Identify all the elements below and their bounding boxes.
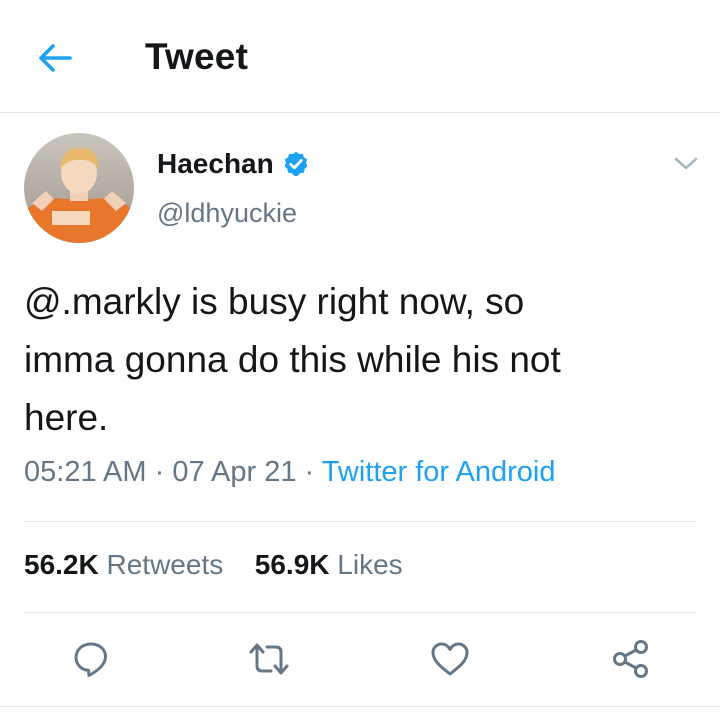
reply-icon xyxy=(74,642,107,677)
tweet-date: 07 Apr 21 xyxy=(172,456,297,488)
retweets-stat[interactable]: 56.2K Retweets xyxy=(24,549,231,580)
avatar[interactable] xyxy=(24,133,134,243)
arrow-left-icon xyxy=(39,44,72,72)
profile-photo xyxy=(24,133,134,243)
tweet-time: 05:21 AM xyxy=(24,456,147,488)
meta-separator: · xyxy=(304,456,315,488)
divider xyxy=(0,706,720,707)
likes-label: Likes xyxy=(337,549,403,580)
like-icon xyxy=(431,642,469,676)
more-options-button[interactable] xyxy=(670,150,702,178)
tweet-meta: 05:21 AM · 07 Apr 21 · Twitter for Andro… xyxy=(24,456,555,489)
share-button[interactable] xyxy=(606,636,656,682)
reply-button[interactable] xyxy=(66,636,116,682)
tweet-actions-bar xyxy=(0,628,720,690)
author-name-text: Haechan xyxy=(157,148,274,179)
tweet-stats: 56.2K Retweets 56.9K Likes xyxy=(24,549,403,581)
top-bar: Tweet xyxy=(0,0,720,113)
like-button[interactable] xyxy=(425,636,475,682)
retweets-label: Retweets xyxy=(106,549,224,580)
retweet-icon xyxy=(249,643,289,675)
retweet-button[interactable] xyxy=(244,636,294,682)
author-name[interactable]: Haechan xyxy=(157,148,310,180)
divider xyxy=(24,612,696,613)
meta-separator: · xyxy=(154,456,165,488)
chevron-down-icon xyxy=(674,157,698,170)
share-icon xyxy=(613,640,648,678)
page-title: Tweet xyxy=(145,36,249,77)
author-handle[interactable]: @ldhyuckie xyxy=(157,198,297,229)
divider xyxy=(24,521,696,522)
tweet-text: @.markly is busy right now, so imma gonn… xyxy=(24,281,561,438)
retweets-count: 56.2K xyxy=(24,549,99,580)
tweet-source-link[interactable]: Twitter for Android xyxy=(322,456,556,488)
verified-badge-icon xyxy=(284,151,308,177)
likes-count: 56.9K xyxy=(254,549,330,580)
back-button[interactable] xyxy=(30,36,80,80)
likes-stat[interactable]: 56.9K Likes xyxy=(255,549,403,580)
